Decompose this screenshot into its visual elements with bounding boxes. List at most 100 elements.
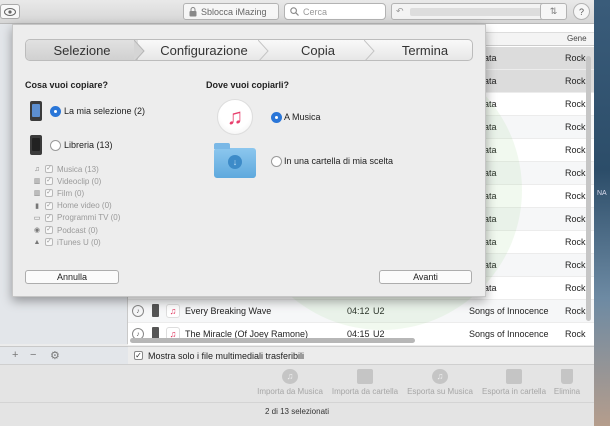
- track-genre: Rock: [565, 191, 586, 201]
- music-note-icon: ♫: [432, 369, 448, 384]
- track-genre: Rock: [565, 283, 586, 293]
- what-to-copy-title: Cosa vuoi copiare?: [25, 80, 109, 90]
- music-app-icon: ♫: [217, 99, 253, 135]
- category-label: Programmi TV (0): [57, 213, 121, 223]
- transferable-only-label: Mostra solo i file multimediali trasferi…: [148, 350, 305, 361]
- category-checkbox: ✓: [45, 226, 53, 234]
- plus-icon[interactable]: +: [12, 349, 18, 361]
- category-checkbox: ✓: [45, 213, 53, 222]
- copy-wizard-dialog: Selezione Configurazione Copia Termina C…: [12, 24, 486, 297]
- track-genre: Rock: [565, 145, 586, 155]
- graduation-cap-icon: ▲: [33, 238, 41, 246]
- question-icon: ?: [578, 6, 584, 17]
- category-checkbox: ✓: [45, 238, 53, 247]
- film-icon: ▥: [33, 178, 41, 186]
- filter-bar: ✓ Mostra solo i file multimediali trasfe…: [128, 346, 594, 364]
- vertical-scrollbar[interactable]: [586, 56, 591, 321]
- step-separator-icon: [134, 40, 145, 60]
- library-category-item: ▮ ✓ Home video (0): [33, 200, 112, 212]
- library-category-item: ▲ ✓ iTunes U (0): [33, 236, 101, 248]
- gear-icon[interactable]: ⚙: [50, 349, 60, 362]
- unlock-button[interactable]: Sblocca iMazing: [183, 3, 279, 20]
- folder-icon: ↓: [214, 143, 256, 178]
- step-finish: Termina: [401, 43, 449, 58]
- category-label: Home video (0): [57, 201, 112, 211]
- minus-icon[interactable]: −: [30, 349, 36, 361]
- dest-music-label[interactable]: A Musica: [284, 112, 321, 122]
- music-note-icon: ♫: [282, 369, 298, 384]
- import-from-music-label: Importa da Musica: [257, 387, 323, 396]
- track-genre: Rock: [565, 99, 586, 109]
- import-from-music-button[interactable]: ♫ Importa da Musica: [250, 369, 330, 396]
- where-to-copy-title: Dove vuoi copiarli?: [206, 80, 290, 90]
- dest-folder-radio[interactable]: [271, 156, 282, 167]
- option-library-label[interactable]: Libreria (13): [64, 140, 113, 150]
- transfer-arrows-icon: ⇅: [549, 6, 558, 16]
- unlock-label: Sblocca iMazing: [201, 6, 267, 17]
- import-from-folder-label: Importa da cartella: [331, 387, 399, 396]
- delete-button[interactable]: Elimina: [527, 369, 594, 396]
- toolbar: Sblocca iMazing Cerca ↶ ⇅ ?: [0, 0, 594, 24]
- column-header-genre[interactable]: Gene: [567, 34, 587, 43]
- status-bar: 2 di 13 selezionati: [0, 402, 594, 426]
- dest-music-radio[interactable]: [271, 112, 282, 123]
- option-my-selection-radio[interactable]: [50, 106, 61, 117]
- desktop-wallpaper: [594, 0, 610, 426]
- option-my-selection-label[interactable]: La mia selezione (2): [64, 106, 145, 116]
- export-to-music-button[interactable]: ♫ Esporta su Musica: [400, 369, 480, 396]
- help-button[interactable]: ?: [573, 3, 590, 20]
- step-separator-icon: [258, 40, 269, 60]
- delete-label: Elimina: [553, 387, 581, 396]
- library-category-item: ◉ ✓ Podcast (0): [33, 224, 98, 236]
- search-input[interactable]: Cerca: [284, 3, 386, 20]
- category-label: Musica (13): [57, 164, 99, 174]
- iphone-icon: [152, 304, 159, 317]
- view-toggle-button[interactable]: [0, 4, 20, 19]
- track-genre: Rock: [565, 122, 586, 132]
- category-label: Videoclip (0): [57, 176, 102, 186]
- play-icon[interactable]: ♪: [132, 305, 144, 317]
- dest-folder-label[interactable]: In una cartella di mia scelta: [284, 156, 393, 166]
- video-icon: ▮: [35, 202, 39, 210]
- lock-icon: [189, 6, 197, 16]
- eye-icon: [4, 7, 16, 16]
- activity-progress: [410, 8, 550, 16]
- search-icon: [290, 7, 299, 16]
- music-note-icon: ♫: [166, 304, 180, 318]
- option-library-radio[interactable]: [50, 140, 61, 151]
- podcast-icon: ◉: [33, 227, 41, 234]
- category-label: Podcast (0): [57, 225, 98, 235]
- category-checkbox: ✓: [45, 165, 53, 173]
- export-to-music-label: Esporta su Musica: [407, 387, 473, 396]
- search-placeholder: Cerca: [303, 6, 328, 17]
- activity-bar[interactable]: ↶: [391, 3, 561, 20]
- library-category-item: ▭ ✓ Programmi TV (0): [33, 212, 121, 224]
- category-label: iTunes U (0): [57, 237, 101, 247]
- category-label: Film (0): [57, 188, 85, 198]
- imazing-window: Sblocca iMazing Cerca ↶ ⇅ ? n Gene ♪♫pet…: [0, 0, 594, 426]
- category-checkbox: ✓: [45, 177, 53, 186]
- download-arrow-icon: ↓: [228, 155, 242, 169]
- wizard-steps: Selezione Configurazione Copia Termina: [25, 39, 473, 61]
- library-category-item: ♫ ✓ Musica (13): [33, 163, 99, 175]
- category-checkbox: ✓: [45, 189, 53, 198]
- track-genre: Rock: [565, 168, 586, 178]
- sidebar-controls: + − ⚙: [0, 346, 128, 364]
- step-configuration: Configurazione: [160, 43, 248, 58]
- tv-icon: ▭: [33, 214, 41, 222]
- wallpaper-label: NA: [597, 190, 607, 197]
- trash-icon: [561, 369, 573, 384]
- transfer-button[interactable]: ⇅: [540, 3, 567, 20]
- transferable-only-checkbox[interactable]: ✓: [134, 351, 143, 360]
- track-genre: Rock: [565, 260, 586, 270]
- track-genre: Rock: [565, 53, 586, 63]
- next-button[interactable]: Avanti: [379, 270, 472, 284]
- iphone-selection-icon: [30, 101, 42, 121]
- music-note-icon: ♫: [34, 165, 40, 173]
- track-genre: Rock: [565, 76, 586, 86]
- track-genre: Rock: [565, 214, 586, 224]
- cancel-button[interactable]: Annulla: [25, 270, 119, 284]
- import-from-folder-button[interactable]: Importa da cartella: [325, 369, 405, 396]
- library-category-item: ▥ ✓ Film (0): [33, 187, 84, 199]
- step-copy: Copia: [301, 43, 335, 58]
